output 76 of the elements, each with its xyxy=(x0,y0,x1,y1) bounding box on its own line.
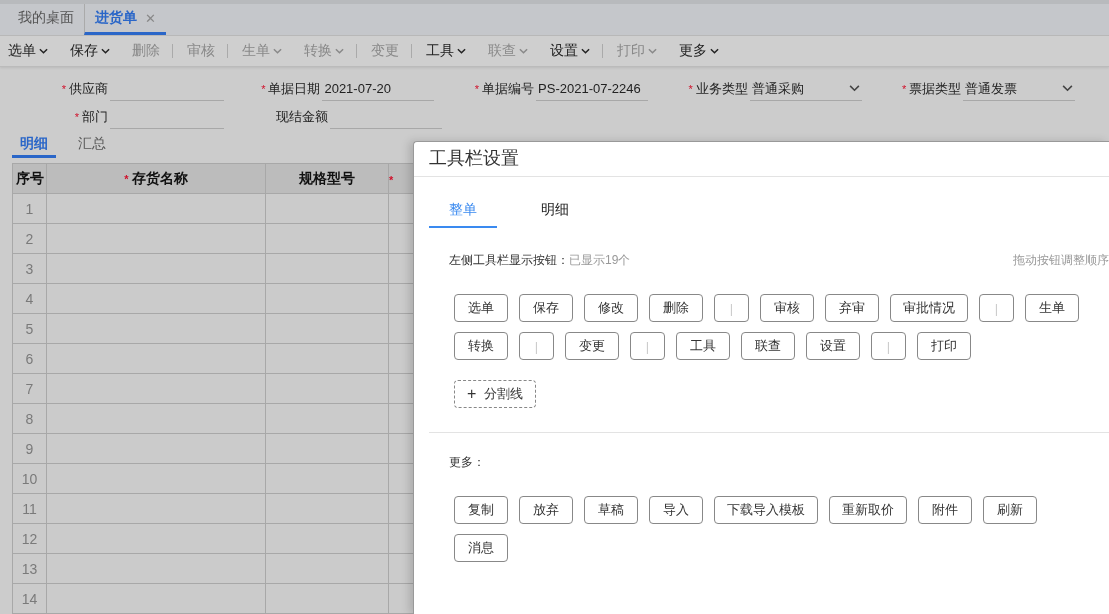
column-header: * 存货名称 xyxy=(46,163,266,194)
hint-text: 拖动按钮调整顺序 xyxy=(1013,252,1109,269)
dialog-title: 工具栏设置 xyxy=(414,142,1109,177)
row-number: 13 xyxy=(12,553,47,584)
button-chip[interactable]: 修改 xyxy=(584,294,638,322)
section-label: 左侧工具栏显示按钮：已显示19个 xyxy=(449,252,631,269)
button-chip[interactable]: 保存 xyxy=(519,294,573,322)
button-chip[interactable]: 复制 xyxy=(454,496,508,524)
button-chip[interactable]: 联查 xyxy=(741,332,795,360)
row-number: 14 xyxy=(12,583,47,614)
field-label: 票据类型 xyxy=(909,80,962,98)
tab[interactable]: 我的桌面 xyxy=(8,4,84,35)
button-chip[interactable]: 消息 xyxy=(454,534,508,562)
row-number: 7 xyxy=(12,373,47,404)
column-header: 序号 xyxy=(12,163,47,194)
input-field[interactable]: PS-2021-07-2246 xyxy=(536,77,649,101)
row-number: 4 xyxy=(12,283,47,314)
button-chip[interactable]: 重新取价 xyxy=(829,496,907,524)
button-chip[interactable]: 附件 xyxy=(918,496,972,524)
tab[interactable]: 明细 xyxy=(12,135,56,158)
required-mark: * xyxy=(124,172,129,185)
button-chip[interactable]: 下载导入模板 xyxy=(714,496,818,524)
field-label: 部门 xyxy=(82,108,108,126)
row-number: 10 xyxy=(12,463,47,494)
button-chip[interactable]: 工具 xyxy=(676,332,730,360)
field-label: 单据编号 xyxy=(482,80,535,98)
button-chip[interactable]: 草稿 xyxy=(584,496,638,524)
row-number: 9 xyxy=(12,433,47,464)
row-number: 8 xyxy=(12,403,47,434)
row-number: 12 xyxy=(12,523,47,554)
button-chip[interactable]: 放弃 xyxy=(519,496,573,524)
button-chip[interactable]: 导入 xyxy=(649,496,703,524)
button-chip[interactable]: 审核 xyxy=(760,294,814,322)
required-mark: * xyxy=(902,83,907,95)
required-mark: * xyxy=(389,173,394,186)
tab[interactable]: 汇总 xyxy=(70,135,114,158)
select-field[interactable]: 普通发票 xyxy=(963,77,1076,101)
row-number: 1 xyxy=(12,193,47,224)
button-chip[interactable]: 设置 xyxy=(806,332,860,360)
select-field[interactable]: 普通采购 xyxy=(749,77,862,101)
row-number: 11 xyxy=(12,493,47,524)
field-label: 供应商 xyxy=(69,80,108,98)
button-chip[interactable]: 选单 xyxy=(454,294,508,322)
button-chip[interactable]: 变更 xyxy=(565,332,619,360)
field-label: 现结金额 xyxy=(276,108,328,126)
button-chip[interactable]: 删除 xyxy=(649,294,703,322)
required-mark: * xyxy=(688,83,693,95)
tab[interactable]: 整单 xyxy=(429,201,497,228)
row-number: 2 xyxy=(12,223,47,254)
required-mark: * xyxy=(74,111,79,123)
caret-icon xyxy=(848,85,860,92)
required-mark: * xyxy=(474,83,480,95)
button-chip[interactable]: 打印 xyxy=(917,332,971,360)
add-divider-button[interactable]: + 分割线 xyxy=(454,380,537,408)
button-chip[interactable]: 弃审 xyxy=(825,294,879,322)
column-header: 规格型号 xyxy=(265,163,389,194)
tab[interactable]: 明细 xyxy=(521,201,589,228)
button-chip[interactable]: 审批情况 xyxy=(890,294,968,322)
toolbar-button[interactable]: 设置 xyxy=(546,42,594,60)
row-number: 3 xyxy=(12,253,47,284)
toolbar-button[interactable]: 选单 xyxy=(4,42,52,60)
toolbar-button[interactable]: 工具 xyxy=(422,42,470,60)
field-label: 单据日期 xyxy=(268,80,321,98)
input-field[interactable]: 2021-07-20 xyxy=(322,77,435,101)
toolbar-button[interactable]: 更多 xyxy=(675,42,723,60)
caret-icon xyxy=(1062,85,1074,92)
row-number: 5 xyxy=(12,313,47,344)
button-chip[interactable]: 生单 xyxy=(1025,294,1079,322)
button-chip[interactable]: 刷新 xyxy=(983,496,1037,524)
section-label: 更多： xyxy=(448,454,486,471)
button-chip[interactable]: 转换 xyxy=(454,332,508,360)
required-mark: * xyxy=(261,83,266,95)
row-number: 6 xyxy=(12,343,47,374)
required-mark: * xyxy=(61,83,66,95)
toolbar-button[interactable]: 保存 xyxy=(66,42,114,60)
field-label: 业务类型 xyxy=(695,80,748,98)
